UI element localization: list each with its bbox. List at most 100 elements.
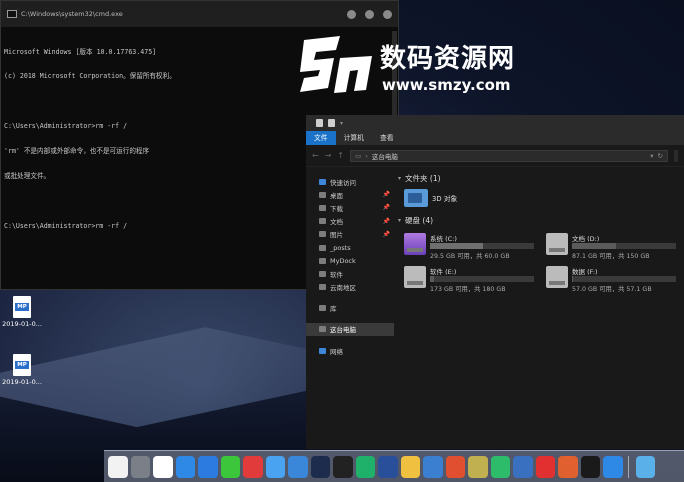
sidebar-item-library[interactable]: 库 [306,302,394,315]
sidebar-item-software[interactable]: 软件 [306,267,394,280]
drive-usage-bar [430,276,534,282]
watermark-logo-icon [300,36,372,93]
sidebar-item-this-pc[interactable]: 这台电脑 [306,322,394,337]
back-arrow-icon[interactable]: ← [312,151,319,160]
pin-icon: 📌 [382,217,390,225]
folder-icon [319,284,326,291]
download-icon [319,204,326,211]
explorer-window[interactable]: ▾ 文件 计算机 查看 ← → ↑ ▭ › 这台电脑 ▾ ↻ 快速访问 桌面 📌 … [306,115,684,449]
customize-toolbar-icon[interactable]: ▾ [340,120,343,127]
sidebar-item-yunnan[interactable]: 云南地区 [306,281,394,294]
feather-icon[interactable] [400,455,420,478]
cmd-titlebar[interactable]: C:\Windows\system32\cmd.exe [1,1,398,27]
sidebar-item-label: 这台电脑 [330,326,356,335]
watermark: 数码资源网 www.smzy.com [296,30,541,100]
netease-music-icon[interactable] [243,455,263,478]
drive-item-f[interactable]: 数据 (F:) 57.0 GB 可用，共 57.1 GB [546,266,684,293]
app-star2-icon[interactable] [603,455,623,478]
cloud-icon[interactable] [288,455,308,478]
maximize-button[interactable] [365,9,374,19]
address-bar[interactable]: ▭ › 这台电脑 ▾ ↻ [350,149,668,162]
terminal-icon[interactable] [580,455,600,478]
desktop-file-icon[interactable]: MP 2019-01-0... [0,296,44,328]
sidebar-item-quick-access[interactable]: 快速访问 [306,175,394,188]
devtools-icon[interactable] [378,455,398,478]
new-folder-icon[interactable] [328,119,335,127]
folder-icon [319,257,326,264]
text-app-icon[interactable] [513,455,533,478]
drives-group-header[interactable]: ▾ 硬盘 (4) [398,213,684,227]
drive-item-e[interactable]: 软件 (E:) 173 GB 可用，共 180 GB [404,266,544,293]
sigma-icon[interactable] [535,455,555,478]
refresh-icon[interactable]: ↻ [658,152,663,160]
drive-item-d[interactable]: 文档 (D:) 87.1 GB 可用，共 150 GB [546,233,684,260]
folder-icon [319,270,326,277]
content-pane: ▾ 文件夹 (1) 3D 对象 ▾ 硬盘 (4) 系统 (C:) 29.5 GB 可… [398,171,684,449]
app-bird-icon[interactable] [355,455,375,478]
pin-icon: 📌 [382,204,390,212]
screen-record-icon[interactable] [333,455,353,478]
forward-arrow-icon[interactable]: → [325,151,332,160]
drive-item-c[interactable]: 系统 (C:) 29.5 GB 可用，共 60.0 GB [404,233,544,260]
sidebar-item-label: 软件 [330,270,343,279]
launchpad-icon[interactable] [130,455,150,478]
3d-objects-folder-icon [404,189,428,207]
close-button[interactable] [383,9,392,19]
group-title: 硬盘 (4) [405,215,434,225]
drive-usage-fill [430,276,435,282]
drive-name: 软件 (E:) [430,268,457,276]
sidebar-item-desktop[interactable]: 桌面 📌 [306,188,394,201]
drive-usage-bar [430,243,534,249]
drive-free-space: 29.5 GB 可用，共 60.0 GB [430,253,510,260]
sidebar-item-label: 网络 [330,347,343,356]
folders-group-header[interactable]: ▾ 文件夹 (1) [398,171,684,185]
tab-file[interactable]: 文件 [306,131,336,145]
folder-icon [319,244,326,251]
address-dropdown-icon[interactable]: ▾ [650,152,653,160]
calendar-icon[interactable] [153,455,173,478]
star-icon [319,178,326,185]
network-icon [319,347,326,354]
xmind-icon[interactable] [558,455,578,478]
drive-free-space: 173 GB 可用，共 180 GB [430,286,506,293]
computer-icon [319,326,326,333]
minimize-button[interactable] [347,9,356,19]
downloads-folder-icon[interactable] [635,455,655,478]
desktop-file-icon[interactable]: MP 2019-01-0... [0,354,44,386]
sidebar-item-documents[interactable]: 文档 📌 [306,215,394,228]
sidebar-item-mydock[interactable]: MyDock [306,254,394,267]
sidebar-item-pictures[interactable]: 图片 📌 [306,228,394,241]
baidu-netdisk-icon[interactable] [265,455,285,478]
app-star-icon[interactable] [198,455,218,478]
sidebar-item-label: 云南地区 [330,284,356,293]
search-input[interactable] [674,149,678,162]
watermark-url: www.smzy.com [382,76,511,94]
breadcrumb-chevron-icon: › [365,151,368,160]
drive-usage-fill [572,243,616,249]
wechat-icon[interactable] [220,455,240,478]
explorer-titlebar[interactable]: ▾ [306,115,684,131]
quick-access-toolbar-icon[interactable] [316,119,323,127]
drive-usage-bar [572,276,676,282]
dock [104,450,684,482]
maps-icon[interactable] [468,455,488,478]
sidebar-item-downloads[interactable]: 下载 📌 [306,201,394,214]
folder-item-3d-objects[interactable]: 3D 对象 [404,189,684,207]
navigation-bar: ← → ↑ ▭ › 这台电脑 ▾ ↻ [306,145,684,167]
watermark-text: 数码资源网 [380,44,516,74]
photoshop-icon[interactable] [310,455,330,478]
tab-computer[interactable]: 计算机 [336,131,372,145]
finder-icon[interactable] [108,455,128,478]
mail-icon[interactable] [445,455,465,478]
tab-view[interactable]: 查看 [372,131,402,145]
sidebar-item-network[interactable]: 网络 [306,344,394,357]
navigation-pane: 快速访问 桌面 📌 下载 📌 文档 📌 图片 📌 _posts MyDock 软件 云南… [306,171,394,449]
cmd-title: C:\Windows\system32\cmd.exe [21,10,123,18]
globe-icon[interactable] [490,455,510,478]
chrome-icon[interactable] [175,455,195,478]
pin-icon: 📌 [382,230,390,238]
file-icon[interactable] [423,455,443,478]
sidebar-item-posts[interactable]: _posts [306,241,394,254]
up-arrow-icon[interactable]: ↑ [337,151,344,160]
cmd-app-icon [7,10,17,18]
